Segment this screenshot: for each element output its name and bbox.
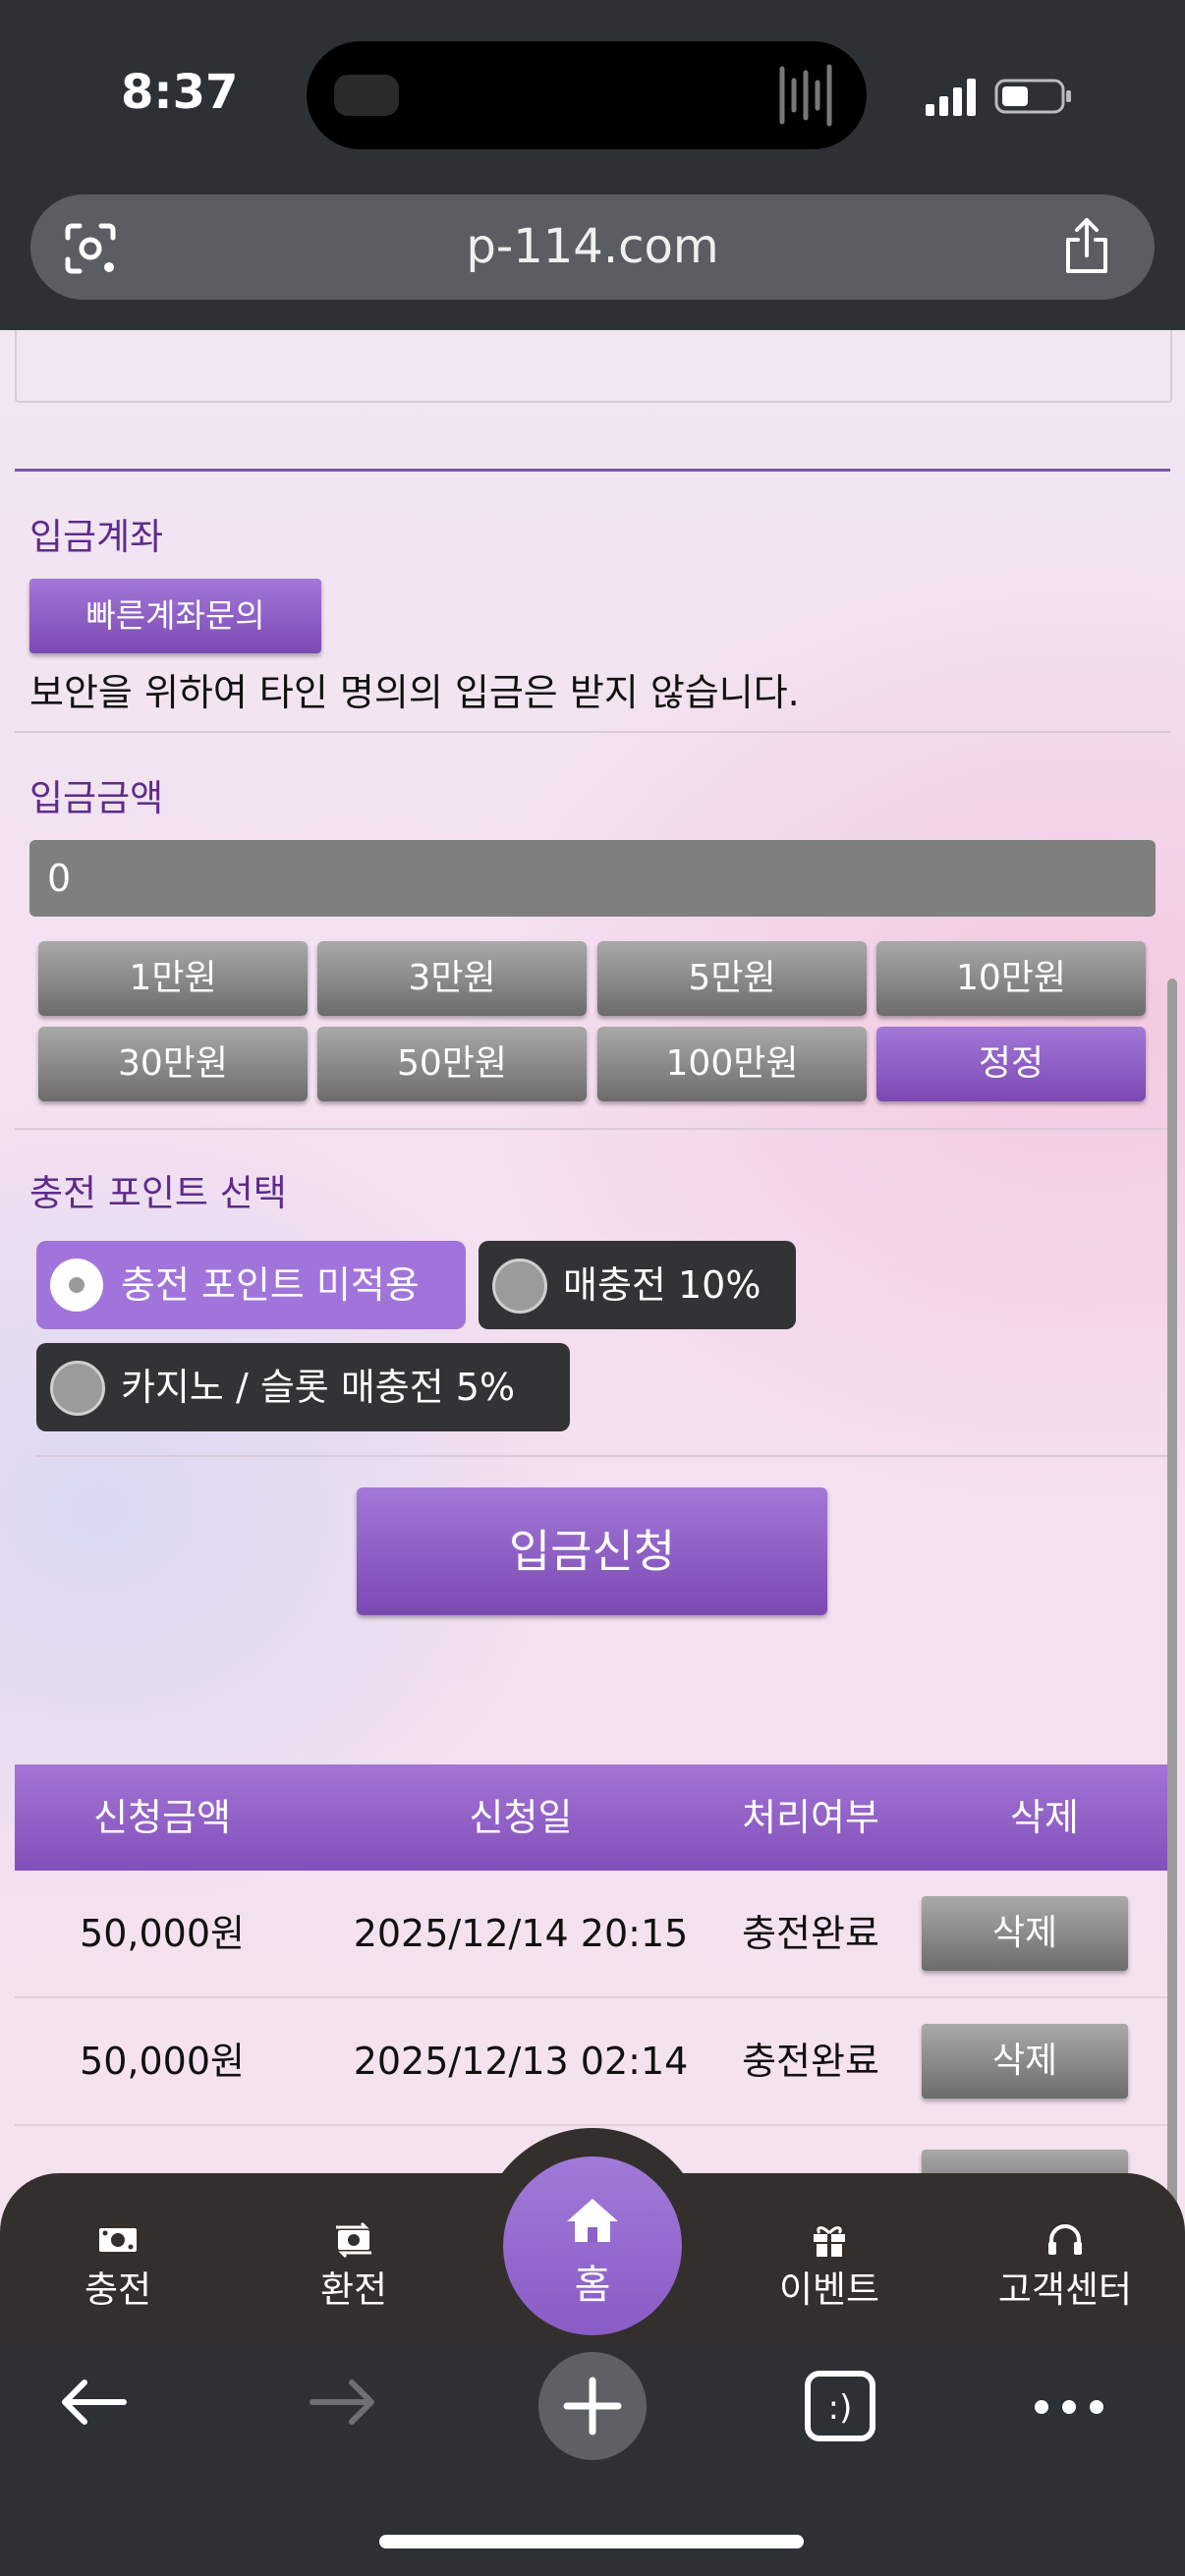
- divider: [15, 1128, 1170, 1130]
- address-bar[interactable]: p-114.com: [30, 195, 1155, 300]
- delete-button[interactable]: 삭제: [922, 1896, 1128, 1971]
- forward-arrow-icon[interactable]: [309, 2378, 377, 2427]
- table-row: 50,000원 2025/12/14 20:15 충전완료 삭제: [15, 1871, 1170, 1998]
- correct-button[interactable]: 정정: [876, 1027, 1146, 1101]
- amount-300k-button[interactable]: 30만원: [38, 1027, 308, 1101]
- history-table-header: 신청금액 신청일 처리여부 삭제: [15, 1764, 1170, 1871]
- amount-30k-button[interactable]: 3만원: [317, 941, 587, 1016]
- option-label: 매충전 10%: [563, 1263, 762, 1307]
- nav-event[interactable]: 이벤트: [731, 2222, 928, 2313]
- nav-customer-center[interactable]: 고객센터: [967, 2222, 1163, 2313]
- nav-customer-center-label: 고객센터: [997, 2268, 1133, 2311]
- status-time: 8:37: [121, 65, 239, 120]
- nav-exchange-label: 환전: [319, 2268, 388, 2311]
- money-icon: [99, 2228, 137, 2252]
- nav-home-button[interactable]: 홈: [503, 2156, 682, 2335]
- radio-unselected-icon: [50, 1361, 105, 1416]
- amount-1m-button[interactable]: 100만원: [597, 1027, 867, 1101]
- back-arrow-icon[interactable]: [59, 2378, 128, 2427]
- quick-account-inquiry-button[interactable]: 빠른계좌문의: [29, 579, 321, 653]
- deposit-amount-value: 0: [47, 857, 72, 900]
- tabs-icon[interactable]: :): [804, 2370, 876, 2442]
- row-amount: 50,000원: [80, 2040, 245, 2083]
- deposit-amount-label: 입금금액: [29, 777, 164, 819]
- url-text: p-114.com: [466, 219, 719, 274]
- amount-10k-button[interactable]: 1만원: [38, 941, 308, 1016]
- nav-charge-label: 충전: [84, 2268, 152, 2311]
- header-status: 처리여부: [742, 1796, 879, 1839]
- nav-exchange[interactable]: 환전: [255, 2222, 452, 2313]
- browser-top-chrome: 8:37 p-114.com: [0, 0, 1185, 330]
- security-notice: 보안을 위하여 타인 명의의 입금은 받지 않습니다.: [29, 671, 800, 714]
- radio-unselected-icon: [492, 1259, 547, 1314]
- row-date: 2025/12/14 20:15: [353, 1912, 689, 1955]
- deposit-page: 입금계좌 빠른계좌문의 보안을 위하여 타인 명의의 입금은 받지 않습니다. …: [0, 330, 1185, 2344]
- deposit-amount-input[interactable]: 0: [29, 840, 1156, 917]
- media-thumbnail-icon: [334, 75, 399, 116]
- option-label: 충전 포인트 미적용: [121, 1263, 420, 1307]
- audio-wave-icon: [779, 64, 832, 127]
- amount-100k-button[interactable]: 10만원: [876, 941, 1146, 1016]
- home-icon: [567, 2199, 618, 2242]
- nav-home-label: 홈: [574, 2263, 611, 2308]
- share-icon[interactable]: [1056, 216, 1117, 277]
- header-amount: 신청금액: [93, 1796, 231, 1839]
- header-delete: 삭제: [1010, 1796, 1079, 1839]
- nav-charge[interactable]: 충전: [20, 2222, 216, 2313]
- amount-500k-button[interactable]: 50만원: [317, 1027, 587, 1101]
- section-divider: [15, 469, 1170, 472]
- cellular-signal-icon: [926, 79, 976, 116]
- battery-icon: [994, 79, 1071, 114]
- more-options-icon[interactable]: [1034, 2397, 1104, 2417]
- plus-icon: [563, 2377, 622, 2436]
- row-status: 충전완료: [742, 2040, 879, 2083]
- amount-50k-button[interactable]: 5만원: [597, 941, 867, 1016]
- option-no-points[interactable]: 충전 포인트 미적용: [36, 1241, 466, 1329]
- row-status: 충전완료: [742, 1912, 879, 1955]
- radio-selected-icon: [50, 1259, 103, 1312]
- divider: [36, 1455, 1170, 1457]
- headset-icon: [1048, 2224, 1082, 2255]
- page-scrollbar[interactable]: [1167, 979, 1177, 2344]
- table-row: 50,000원 2025/12/13 02:14 충전완료 삭제: [15, 1998, 1170, 2126]
- deposit-request-button[interactable]: 입금신청: [357, 1487, 827, 1615]
- new-tab-button[interactable]: [538, 2352, 647, 2460]
- nav-event-label: 이벤트: [778, 2268, 880, 2311]
- account-info-box: [15, 330, 1172, 403]
- svg-text::): :): [828, 2388, 853, 2428]
- lens-icon[interactable]: [64, 222, 117, 275]
- delete-button[interactable]: 삭제: [922, 2024, 1128, 2099]
- gift-icon: [814, 2226, 845, 2257]
- charge-points-label: 충전 포인트 선택: [29, 1172, 287, 1214]
- option-10-percent[interactable]: 매충전 10%: [479, 1241, 796, 1329]
- row-amount: 50,000원: [80, 1912, 245, 1955]
- exchange-icon: [336, 2222, 371, 2258]
- deposit-account-label: 입금계좌: [29, 516, 164, 558]
- option-label: 카지노 / 슬롯 매충전 5%: [121, 1366, 516, 1409]
- home-indicator: [379, 2535, 804, 2548]
- row-date: 2025/12/13 02:14: [353, 2040, 689, 2083]
- option-casino-slot-5-percent[interactable]: 카지노 / 슬롯 매충전 5%: [36, 1343, 570, 1431]
- header-date: 신청일: [469, 1796, 573, 1839]
- divider: [15, 731, 1170, 733]
